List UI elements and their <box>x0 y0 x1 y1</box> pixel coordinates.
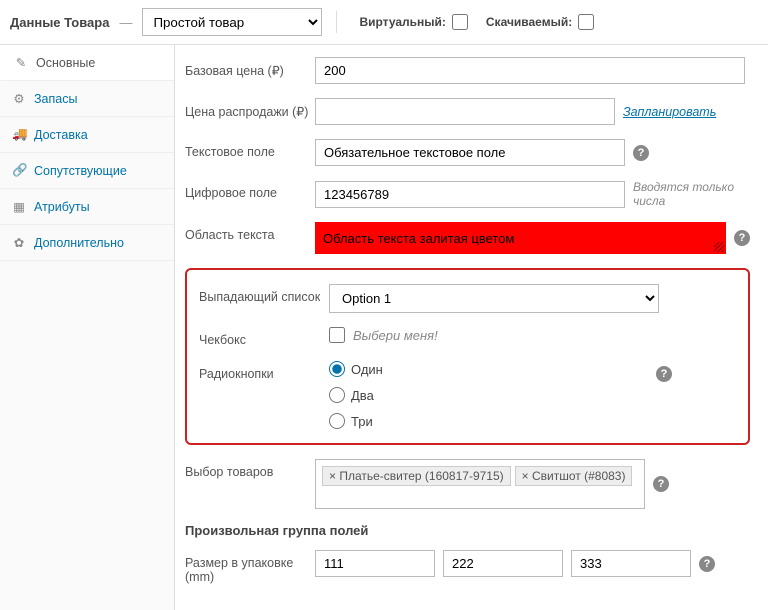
product-type-select[interactable]: Простой товар <box>142 8 322 36</box>
tab-label: Сопутствующие <box>34 164 127 178</box>
downloadable-group: Скачиваемый: <box>486 14 594 30</box>
tab-advanced[interactable]: ✿ Дополнительно <box>0 225 174 261</box>
header-dash: — <box>119 15 132 30</box>
text-field-input[interactable] <box>315 139 625 166</box>
text-field-label: Текстовое поле <box>185 139 315 159</box>
tab-general[interactable]: ✎ Основные <box>0 45 174 81</box>
downloadable-checkbox[interactable] <box>578 14 594 30</box>
sale-price-label: Цена распродажи (₽) <box>185 98 315 119</box>
dropdown-select[interactable]: Option 1 <box>329 284 659 313</box>
resize-handle-icon[interactable] <box>714 242 724 252</box>
tab-linked[interactable]: 🔗 Сопутствующие <box>0 153 174 189</box>
gear-icon: ⚙ <box>12 91 26 106</box>
link-icon: 🔗 <box>12 163 26 178</box>
help-icon[interactable]: ? <box>734 230 750 246</box>
downloadable-label: Скачиваемый: <box>486 15 572 29</box>
header-title: Данные Товара <box>10 15 109 30</box>
virtual-label: Виртуальный: <box>359 15 445 29</box>
size-input-1[interactable] <box>315 550 435 577</box>
sale-price-input[interactable] <box>315 98 615 125</box>
radio-label: Один <box>351 362 383 377</box>
product-tabs-sidebar: ✎ Основные ⚙ Запасы 🚚 Доставка 🔗 Сопутст… <box>0 45 175 610</box>
checkbox-input[interactable] <box>329 327 345 343</box>
help-icon[interactable]: ? <box>656 366 672 382</box>
tab-label: Запасы <box>34 92 77 106</box>
help-icon[interactable]: ? <box>699 556 715 572</box>
tab-label: Дополнительно <box>34 236 124 250</box>
tab-shipping[interactable]: 🚚 Доставка <box>0 117 174 153</box>
virtual-checkbox[interactable] <box>452 14 468 30</box>
dropdown-label: Выпадающий список <box>199 284 329 304</box>
product-select-input[interactable]: × Платье-свитер (160817-9715) × Свитшот … <box>315 459 645 509</box>
number-field-note: Вводятся только числа <box>633 180 750 208</box>
grid-icon: ▦ <box>12 199 26 214</box>
tab-attributes[interactable]: ▦ Атрибуты <box>0 189 174 225</box>
regular-price-label: Базовая цена (₽) <box>185 57 315 78</box>
tab-label: Доставка <box>34 128 88 142</box>
tab-label: Атрибуты <box>34 200 90 214</box>
cog-icon: ✿ <box>12 235 26 250</box>
radio-one[interactable] <box>329 361 345 377</box>
content-panel: Базовая цена (₽) Цена распродажи (₽) Зап… <box>175 45 768 610</box>
checkbox-caption: Выбери меня! <box>353 328 438 343</box>
schedule-link[interactable]: Запланировать <box>623 105 716 119</box>
radio-label: Три <box>351 414 373 429</box>
number-field-label: Цифровое поле <box>185 180 315 200</box>
product-tag[interactable]: × Платье-свитер (160817-9715) <box>322 466 511 486</box>
help-icon[interactable]: ? <box>653 476 669 492</box>
radios-label: Радиокнопки <box>199 361 329 381</box>
size-label: Размер в упаковке (mm) <box>185 550 315 584</box>
truck-icon: 🚚 <box>12 127 26 142</box>
highlight-box: Выпадающий список Option 1 Чекбокс Выбер… <box>185 268 750 445</box>
regular-price-input[interactable] <box>315 57 745 84</box>
textarea-red[interactable]: Область текста залитая цветом <box>315 222 726 254</box>
radio-label: Два <box>351 388 374 403</box>
checkbox-label: Чекбокс <box>199 327 329 347</box>
textarea-label: Область текста <box>185 222 315 242</box>
size-input-3[interactable] <box>571 550 691 577</box>
virtual-group: Виртуальный: <box>359 14 467 30</box>
wrench-icon: ✎ <box>14 55 28 70</box>
radio-two[interactable] <box>329 387 345 403</box>
radio-three[interactable] <box>329 413 345 429</box>
tab-inventory[interactable]: ⚙ Запасы <box>0 81 174 117</box>
size-input-2[interactable] <box>443 550 563 577</box>
product-tag[interactable]: × Свитшот (#8083) <box>515 466 633 486</box>
tab-label: Основные <box>36 56 95 70</box>
product-data-header: Данные Товара — Простой товар Виртуальны… <box>0 0 768 45</box>
separator <box>336 11 337 33</box>
textarea-value: Область текста залитая цветом <box>323 231 514 246</box>
help-icon[interactable]: ? <box>633 145 649 161</box>
number-field-input[interactable] <box>315 181 625 208</box>
product-select-label: Выбор товаров <box>185 459 315 479</box>
custom-group-title: Произвольная группа полей <box>185 523 750 538</box>
